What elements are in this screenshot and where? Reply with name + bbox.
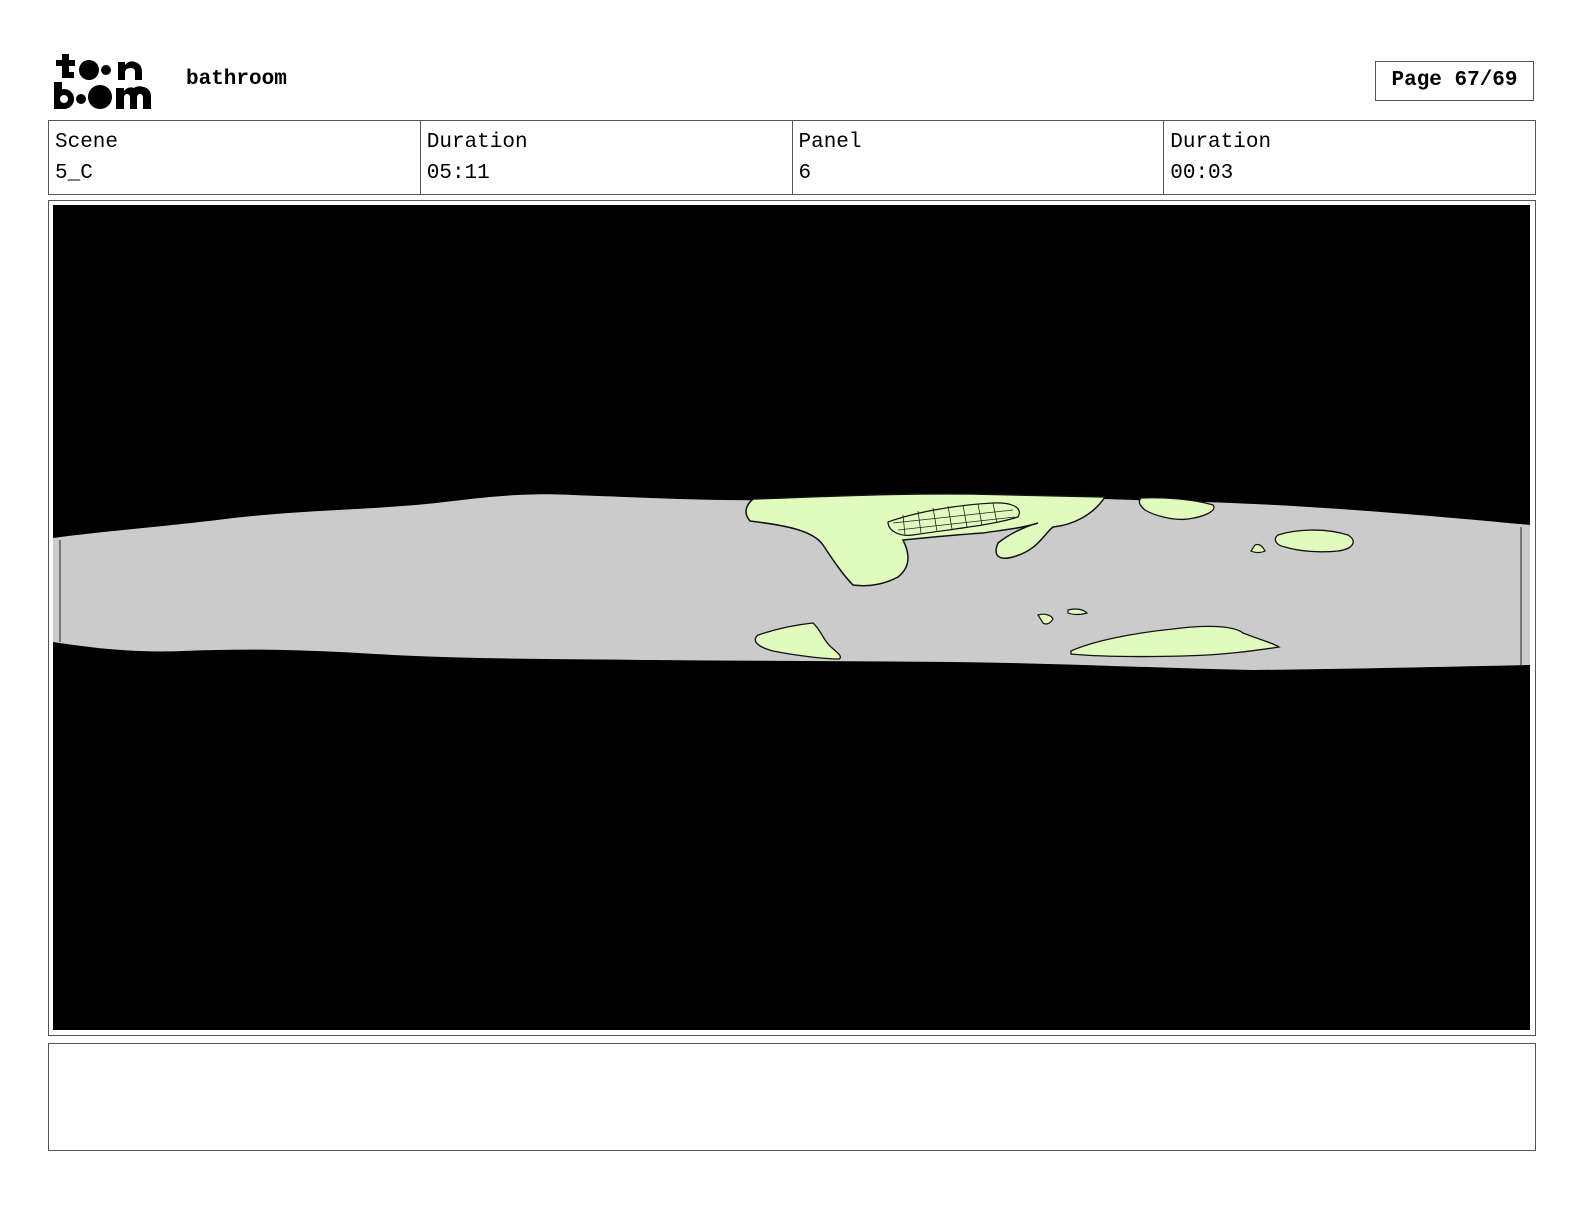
panel-label: Panel (798, 131, 862, 154)
panel-cell: Panel 6 (793, 121, 1165, 194)
panel-duration-label: Duration (1170, 131, 1272, 154)
storyboard-panel-frame (48, 200, 1536, 1036)
scene-info-table: Scene 5_C Duration 05:11 Panel 6 Duratio… (48, 120, 1536, 195)
panel-duration-cell: Duration 00:03 (1164, 121, 1535, 194)
scene-cell: Scene 5_C (49, 121, 421, 194)
storyboard-panel-image (53, 205, 1530, 1030)
scene-duration-value: 05:11 (426, 162, 490, 185)
page-number: Page 67/69 (1375, 61, 1534, 101)
panel-value: 6 (798, 162, 812, 185)
scene-label: Scene (55, 131, 119, 154)
panel-duration-value: 00:03 (1170, 162, 1234, 185)
scene-duration-label: Duration (426, 131, 528, 154)
panel-drawing (53, 205, 1530, 1030)
toon-boom-logo (52, 52, 164, 110)
scene-duration-cell: Duration 05:11 (421, 121, 793, 194)
panel-notes-box (48, 1043, 1536, 1151)
document-title: bathroom (186, 68, 287, 91)
scene-value: 5_C (55, 162, 93, 185)
